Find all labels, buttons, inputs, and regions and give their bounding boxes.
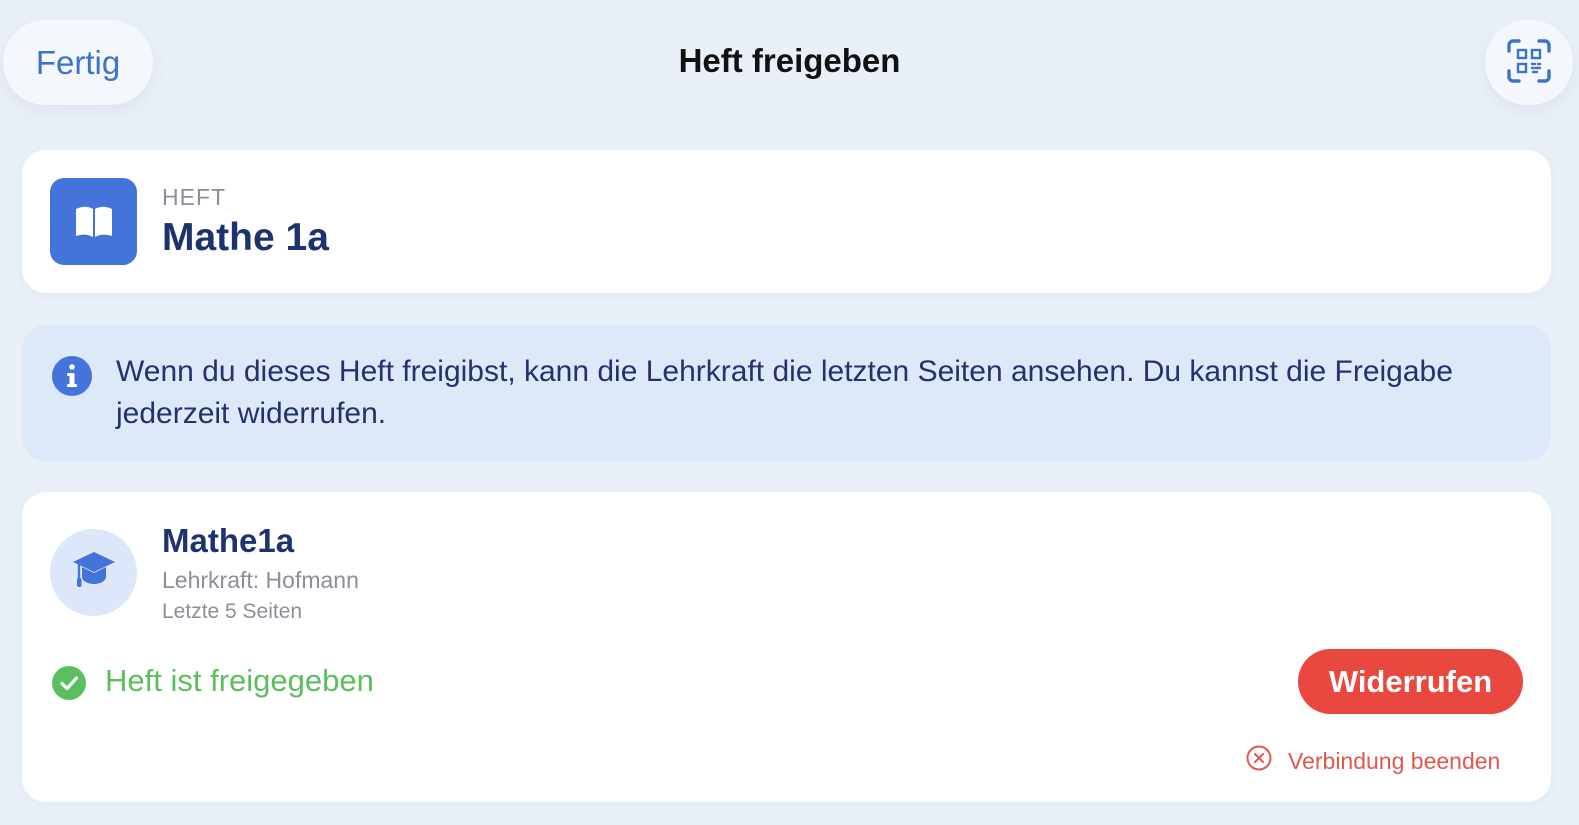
class-card: Mathe1a Lehrkraft: Hofmann Letzte 5 Seit… [22,492,1551,802]
qr-scan-icon [1506,38,1552,87]
qr-scan-button[interactable] [1485,20,1573,105]
class-shared-pages: Letzte 5 Seiten [162,600,303,623]
revoke-button[interactable]: Widerrufen [1298,649,1523,714]
notebook-label: HEFT [162,184,227,210]
x-circle-icon [1246,745,1272,777]
notebook-name: Mathe 1a [162,216,329,259]
graduation-cap-icon [71,549,117,596]
class-name: Mathe1a [162,522,295,559]
page-title: Heft freigeben [678,42,901,79]
book-icon [50,178,137,265]
checkmark-circle-icon [52,666,86,700]
share-sheet: Fertig Heft freigeben HEFT Mathe 1a Wenn… [0,0,1579,825]
class-avatar [50,529,137,616]
info-banner: Wenn du dieses Heft freigibst, kann die … [22,325,1551,461]
class-teacher: Lehrkraft: Hofmann [162,567,359,593]
share-status: Heft ist freigegeben [105,663,374,698]
notebook-card: HEFT Mathe 1a [22,150,1551,293]
end-connection-label: Verbindung beenden [1288,747,1501,774]
info-text: Wenn du dieses Heft freigibst, kann die … [116,355,1453,430]
info-icon [52,356,92,396]
end-connection-link[interactable]: Verbindung beenden [1246,745,1500,777]
